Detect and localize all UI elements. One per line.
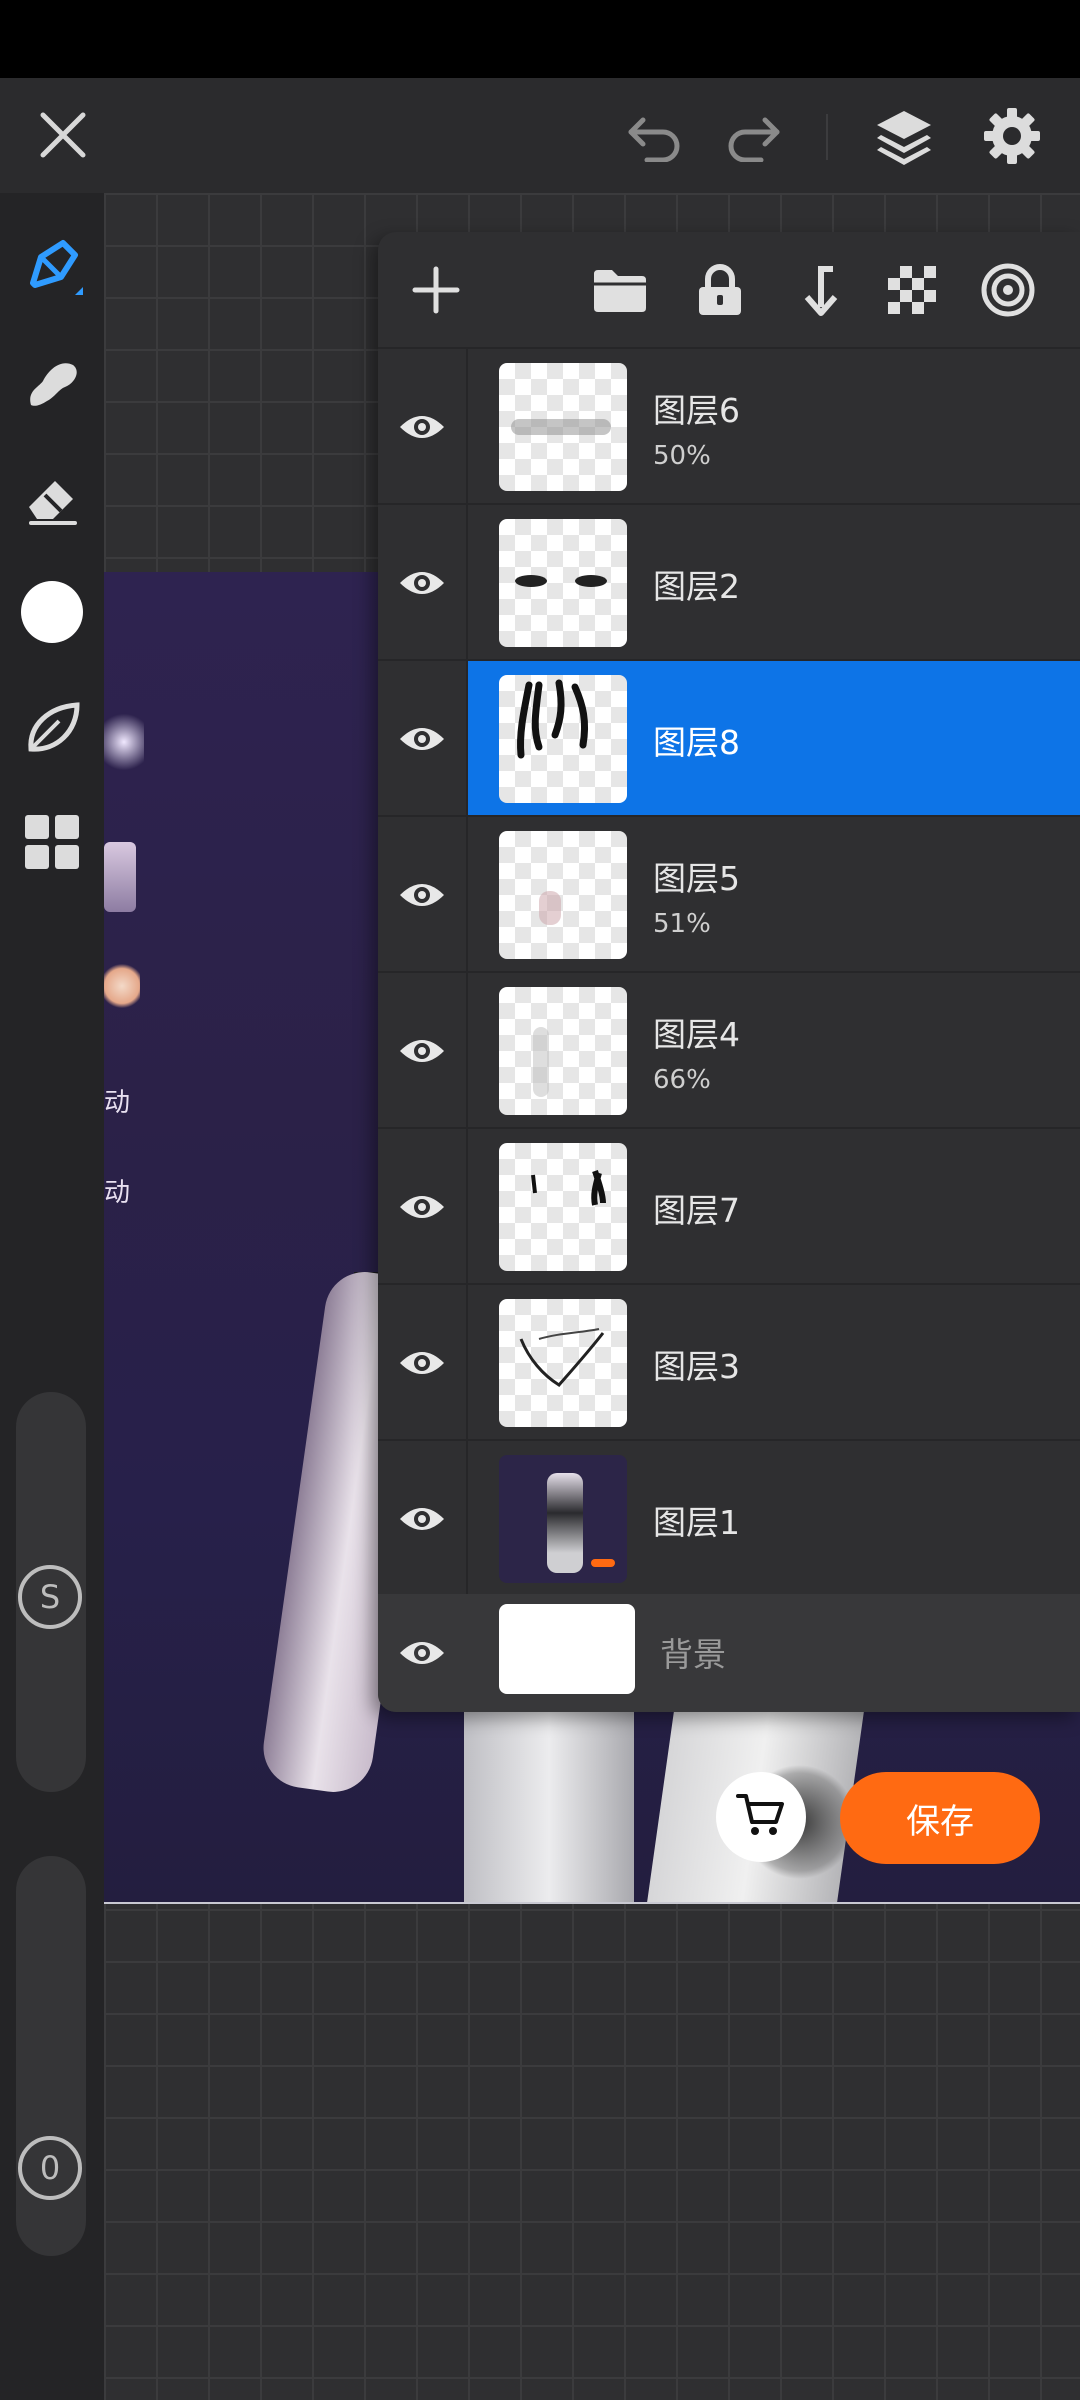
lock-icon[interactable] (690, 260, 750, 320)
background-layer-row[interactable]: 背景 (378, 1594, 1080, 1712)
eye-icon[interactable] (378, 1285, 468, 1441)
art-sparkle (104, 707, 144, 777)
add-icon[interactable] (406, 260, 466, 320)
background-layer-name: 背景 (660, 1635, 726, 1674)
transparency-icon[interactable] (882, 260, 942, 320)
layer-row-selected[interactable]: 图层8 (378, 659, 1080, 817)
layers-icon[interactable] (868, 100, 940, 172)
layer-thumbnail (499, 1455, 627, 1583)
layer-thumbnail (499, 1299, 627, 1427)
art-flower (104, 960, 140, 1012)
layer-row[interactable]: 图层4 66% (378, 971, 1080, 1129)
layer-thumbnail (499, 987, 627, 1115)
layer-thumbnail (499, 1604, 635, 1694)
layer-opacity: 51% (653, 909, 711, 939)
layers-toolbar (378, 232, 1080, 347)
eye-icon[interactable] (378, 1129, 468, 1285)
brush-opacity-thumb[interactable]: 0 (18, 2136, 82, 2200)
status-bar (0, 0, 1080, 78)
undo-icon[interactable] (622, 104, 688, 170)
eraser-icon[interactable] (14, 460, 90, 536)
layer-name: 图层7 (653, 1191, 740, 1230)
layer-thumbnail (499, 363, 627, 491)
save-button[interactable]: 保存 (840, 1772, 1040, 1864)
layer-row[interactable]: 图层5 51% (378, 815, 1080, 973)
leaf-icon[interactable] (14, 690, 90, 766)
grid-icon[interactable] (14, 804, 90, 880)
art-label: 动 (104, 1088, 131, 1118)
eye-icon[interactable] (378, 1594, 466, 1712)
layer-thumbnail (499, 675, 627, 803)
cart-button[interactable] (716, 1772, 806, 1862)
close-icon[interactable] (30, 102, 96, 168)
layer-thumbnail (499, 519, 627, 647)
cart-icon (736, 1792, 786, 1842)
target-icon[interactable] (978, 260, 1038, 320)
layer-name: 图层5 (653, 859, 740, 898)
layer-name: 图层6 (653, 391, 740, 430)
redo-icon[interactable] (720, 104, 786, 170)
layers-panel: 图层6 50% 图层2 图层8 图层5 51% 图层4 66% 图层7 图层3 … (378, 232, 1080, 1712)
layer-name: 图层4 (653, 1015, 740, 1054)
layer-row[interactable]: 图层3 (378, 1283, 1080, 1441)
brush-size-thumb[interactable]: S (18, 1565, 82, 1629)
layer-thumbnail (499, 1143, 627, 1271)
art-label-2: 动 (104, 1178, 131, 1208)
color-swatch-icon[interactable] (14, 574, 90, 650)
layer-thumbnail (499, 831, 627, 959)
layer-row[interactable]: 图层1 (378, 1439, 1080, 1597)
layer-opacity: 50% (653, 441, 711, 471)
layer-name: 图层8 (653, 723, 740, 762)
layer-row[interactable]: 图层6 50% (378, 347, 1080, 505)
eye-icon[interactable] (378, 1441, 468, 1597)
toolbar-divider (826, 114, 828, 160)
layer-row[interactable]: 图层2 (378, 503, 1080, 661)
layer-name: 图层3 (653, 1347, 740, 1386)
smudge-icon[interactable] (14, 344, 90, 420)
eye-icon[interactable] (378, 661, 468, 817)
layer-opacity: 66% (653, 1065, 711, 1095)
layer-row[interactable]: 图层7 (378, 1127, 1080, 1285)
layer-name: 图层2 (653, 567, 740, 606)
layer-name: 图层1 (653, 1503, 740, 1542)
brush-icon[interactable] (14, 228, 90, 304)
folder-icon[interactable] (590, 260, 650, 320)
eye-icon[interactable] (378, 973, 468, 1129)
eye-icon[interactable] (378, 349, 468, 505)
eye-icon[interactable] (378, 505, 468, 661)
merge-down-icon[interactable] (788, 260, 848, 320)
art-gift-box (104, 842, 136, 912)
settings-icon[interactable] (976, 100, 1048, 172)
eye-icon[interactable] (378, 817, 468, 973)
top-bar (0, 78, 1080, 193)
